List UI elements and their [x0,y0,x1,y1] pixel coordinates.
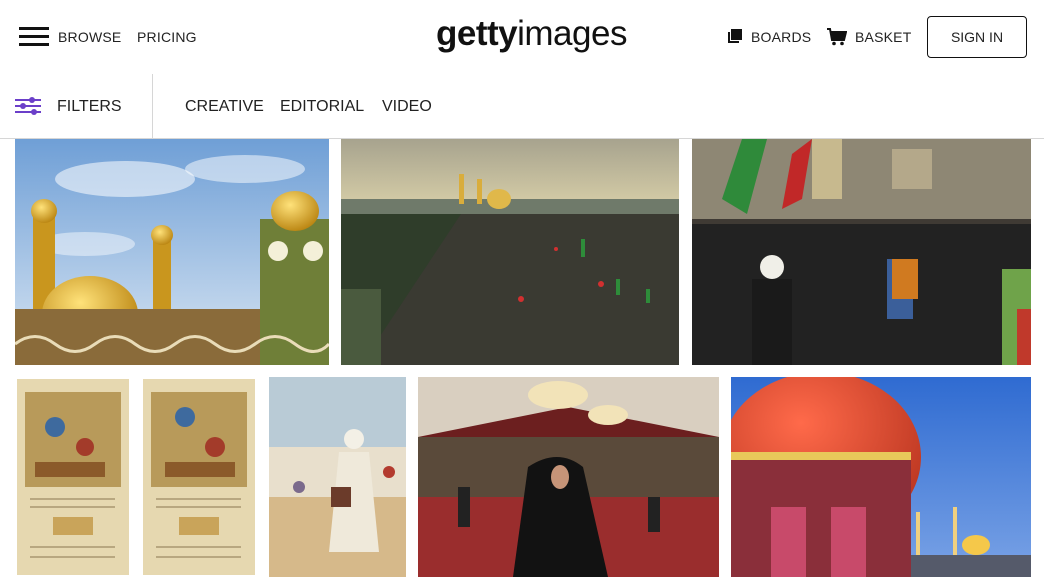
top-navigation-bar: BROWSE PRICING gettyimages BOARDS BASKET… [0,0,1044,74]
getty-images-logo[interactable]: gettyimages [436,14,627,54]
logo-part-getty: getty [436,14,518,53]
tab-editorial[interactable]: EDITORIAL [280,98,364,116]
sliders-icon [15,97,41,115]
filter-bar: FILTERS CREATIVE EDITORIAL VIDEO [0,74,1044,139]
tab-creative[interactable]: CREATIVE [185,98,264,116]
filters-label: FILTERS [57,98,122,115]
result-image-illuminated-dome[interactable] [731,377,1031,577]
hamburger-menu-icon[interactable] [19,27,49,47]
result-image-street-procession[interactable] [692,139,1031,365]
result-image-woman-praying[interactable] [418,377,719,577]
logo-part-images: images [517,14,627,53]
sign-in-button[interactable]: SIGN IN [927,16,1027,58]
tab-video[interactable]: VIDEO [382,98,432,116]
result-image-manuscript-pages[interactable] [15,377,257,577]
boards-link[interactable]: BOARDS [751,29,811,45]
boards-icon[interactable] [727,28,745,46]
browse-link[interactable]: BROWSE [58,29,121,45]
result-image-shrine-domes[interactable] [15,139,329,365]
result-image-desert-painting[interactable] [269,377,406,577]
pricing-link[interactable]: PRICING [137,29,197,45]
basket-link[interactable]: BASKET [855,29,911,45]
filters-button[interactable]: FILTERS [0,74,153,138]
result-image-pilgrim-crowd[interactable] [341,139,679,365]
basket-icon[interactable] [827,28,848,46]
